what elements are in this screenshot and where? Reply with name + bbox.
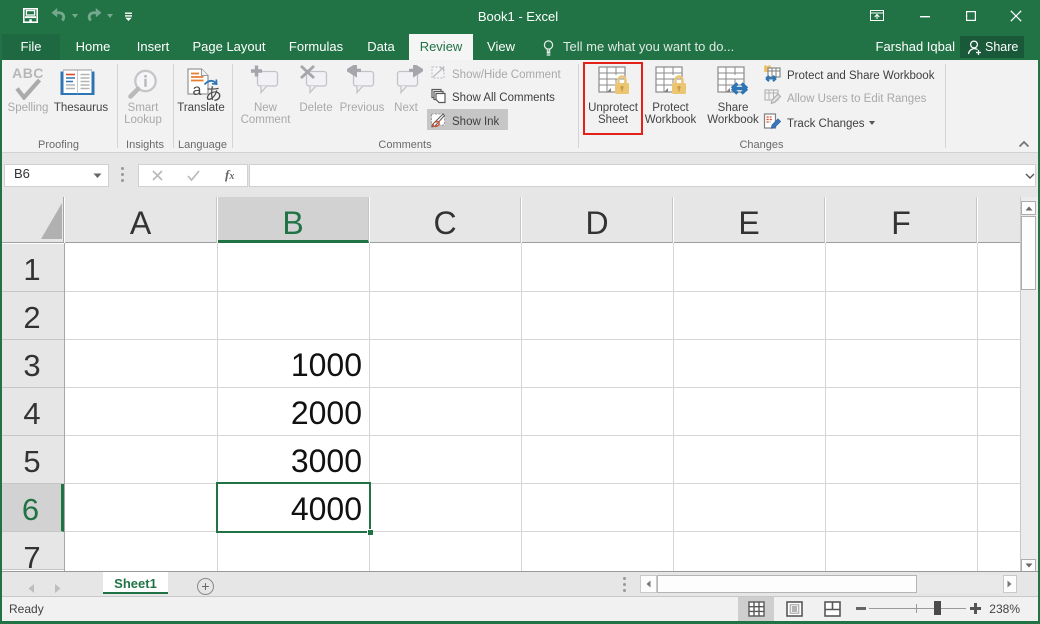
svg-text:a: a bbox=[193, 82, 202, 99]
svg-text:あ: あ bbox=[205, 85, 222, 102]
